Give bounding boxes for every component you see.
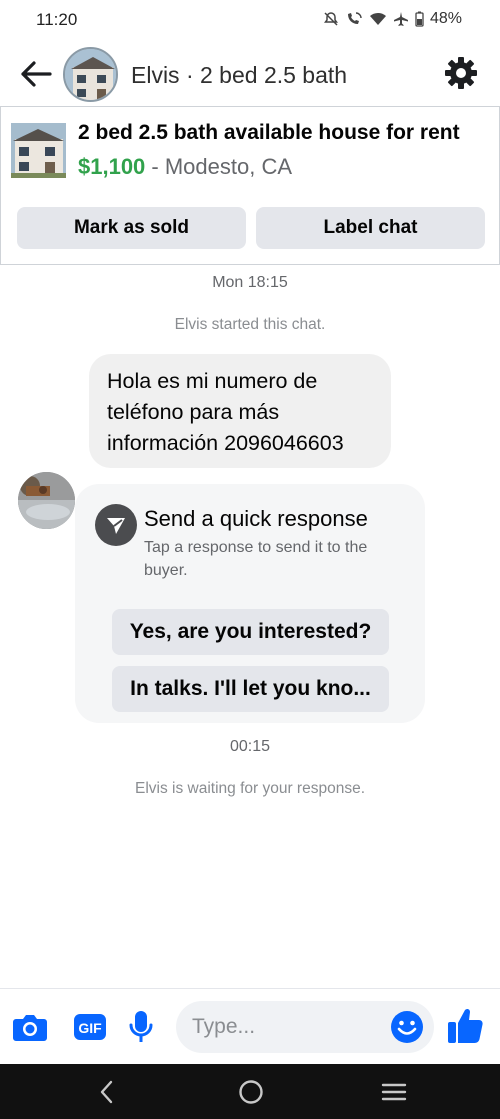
wifi-calling-icon [345, 11, 363, 27]
battery-icon [415, 11, 424, 27]
header-title[interactable]: Elvis · 2 bed 2.5 bath [131, 62, 347, 89]
system-message: Elvis started this chat. [174, 316, 326, 333]
quick-response-subtitle: Tap a response to send it to the buyer. [144, 539, 368, 579]
quick-response-title: Send a quick response [144, 506, 368, 531]
mark-as-sold-button[interactable]: Mark as sold [17, 207, 246, 249]
arrow-left-icon [21, 61, 52, 87]
emoji-button[interactable] [390, 1010, 424, 1044]
sender-avatar[interactable] [18, 472, 75, 529]
emoji-icon [391, 1011, 423, 1043]
listing-thumbnail[interactable] [11, 123, 66, 178]
chat-timestamp: Mon 18:15 [212, 274, 288, 291]
gif-button[interactable]: GIF [72, 1009, 108, 1045]
back-button[interactable] [16, 56, 56, 92]
label-chat-button[interactable]: Label chat [256, 207, 485, 249]
microphone-icon [129, 1011, 153, 1042]
gif-icon: GIF [74, 1014, 106, 1040]
quick-response-option[interactable]: Yes, are you interested? [112, 609, 389, 655]
chat-timestamp: 00:15 [229, 738, 271, 755]
status-icons: 48% [323, 10, 462, 28]
quick-response-option[interactable]: In talks. I'll let you kno... [112, 666, 389, 712]
notifications-off-icon [323, 11, 339, 27]
chat-header: Elvis · 2 bed 2.5 bath [0, 44, 500, 106]
status-time: 11:20 [36, 10, 78, 29]
listing-price-row: $1,100 - Modesto, CA [78, 154, 292, 180]
listing-title[interactable]: 2 bed 2.5 bath available house for rent [78, 121, 460, 145]
settings-button[interactable] [442, 54, 480, 92]
microphone-button[interactable] [123, 1009, 159, 1045]
home-circle-icon [239, 1080, 263, 1104]
quick-response-card: Send a quick response Tap a response to … [75, 484, 425, 723]
like-button[interactable] [446, 1007, 484, 1045]
chevron-left-icon [100, 1080, 113, 1104]
status-bar: 11:20 48% [0, 0, 500, 40]
message-field[interactable] [176, 1001, 434, 1053]
gif-label: GIF [78, 1020, 102, 1036]
thumbs-up-icon [448, 1008, 483, 1043]
listing-location: Modesto, CA [164, 154, 293, 179]
gear-icon [445, 57, 477, 89]
listing-card[interactable]: 2 bed 2.5 bath available house for rent … [0, 106, 500, 265]
system-message: Elvis is waiting for your response. [134, 780, 365, 797]
nav-recents-button[interactable] [379, 1077, 409, 1107]
nav-home-button[interactable] [236, 1077, 266, 1107]
menu-lines-icon [381, 1083, 407, 1101]
message-input[interactable] [192, 1001, 382, 1053]
message-composer: GIF [0, 988, 500, 1064]
price-separator: - [145, 154, 165, 179]
battery-percent: 48% [429, 10, 462, 27]
wifi-icon [369, 11, 387, 27]
camera-button[interactable] [12, 1009, 48, 1045]
airplane-icon [393, 11, 409, 27]
listing-avatar[interactable] [63, 47, 118, 102]
incoming-message-bubble[interactable]: Hola es mi numero de teléfono para más i… [89, 354, 391, 468]
nav-back-button[interactable] [92, 1077, 122, 1107]
listing-price: $1,100 [78, 154, 146, 179]
system-navigation-bar [0, 1064, 500, 1119]
camera-icon [13, 1015, 47, 1041]
quick-response-icon [95, 504, 137, 546]
